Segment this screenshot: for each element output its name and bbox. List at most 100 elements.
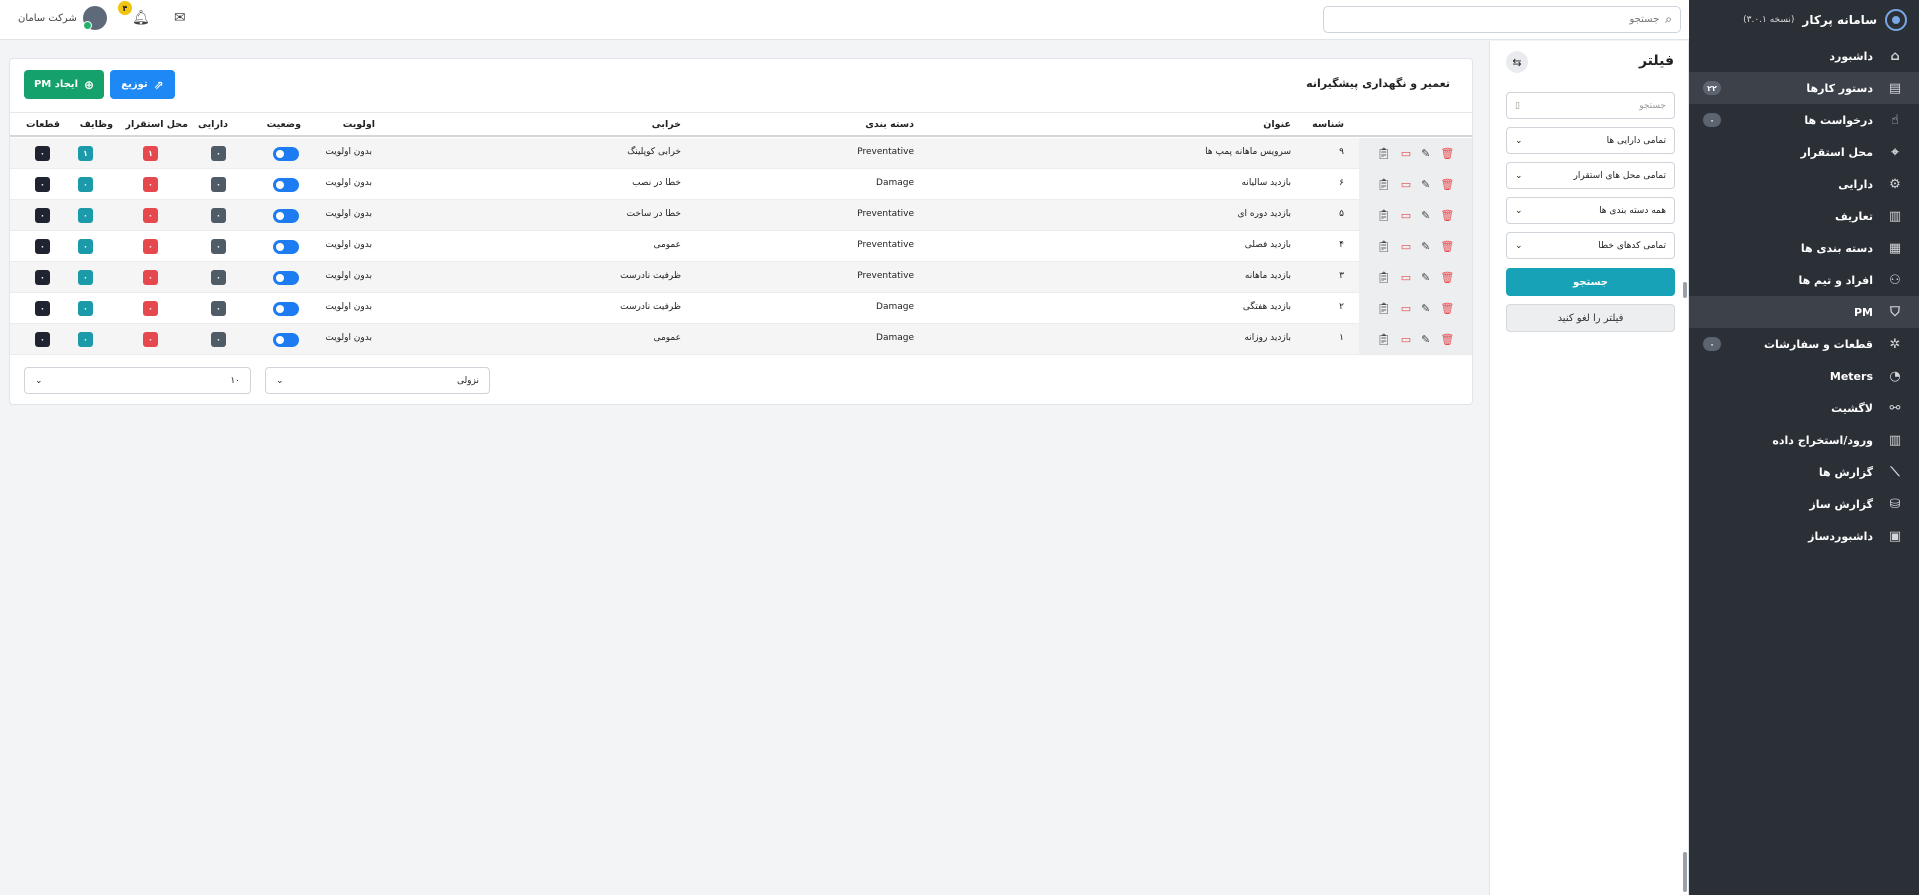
edit-icon[interactable]: ✎ — [1421, 210, 1430, 221]
col-tasks[interactable]: وظایف — [80, 119, 113, 130]
table-row[interactable]: 📋︎ ▭ ✎ 🗑︎ ۵ بازدید دوره ای Preventative خطا در … — [10, 200, 1472, 231]
trash-icon[interactable]: 🗑︎ — [1440, 272, 1454, 283]
col-priority[interactable]: اولویت — [343, 119, 375, 130]
status-toggle[interactable] — [273, 240, 299, 254]
sidebar-item[interactable]: ⛁ گزارش ساز — [1689, 488, 1919, 520]
trash-icon[interactable]: 🗑︎ — [1440, 148, 1454, 159]
sidebar-item[interactable]: ✲ قطعات و سفارشات ۰ — [1689, 328, 1919, 360]
trash-icon[interactable]: 🗑︎ — [1440, 303, 1454, 314]
trash-icon[interactable]: 🗑︎ — [1440, 179, 1454, 190]
clipboard-icon[interactable]: 📋︎ — [1377, 179, 1391, 190]
tasks-count[interactable]: ۰ — [78, 301, 93, 316]
folder-icon[interactable]: ▭ — [1401, 179, 1411, 190]
edit-icon[interactable]: ✎ — [1421, 241, 1430, 252]
clipboard-icon[interactable]: 📋︎ — [1377, 148, 1391, 159]
assets-select[interactable]: تمامی دارایی ها ⌄ — [1506, 127, 1675, 154]
tasks-count[interactable]: ۰ — [78, 177, 93, 192]
col-failure[interactable]: خرابی — [652, 119, 681, 130]
distribute-button[interactable]: ⇗ توزیع — [110, 70, 175, 99]
clipboard-icon[interactable]: 📋︎ — [1377, 272, 1391, 283]
edit-icon[interactable]: ✎ — [1421, 334, 1430, 345]
status-toggle[interactable] — [273, 302, 299, 316]
col-title[interactable]: عنوان — [1263, 119, 1291, 130]
scrollbar[interactable] — [1683, 852, 1687, 892]
status-toggle[interactable] — [273, 209, 299, 223]
asset-count[interactable]: ۰ — [211, 332, 226, 347]
edit-icon[interactable]: ✎ — [1421, 148, 1430, 159]
table-row[interactable]: 📋︎ ▭ ✎ 🗑︎ ۶ بازدید سالیانه Damage خطا در نصب بدو… — [10, 169, 1472, 200]
trash-icon[interactable]: 🗑︎ — [1440, 210, 1454, 221]
table-row[interactable]: 📋︎ ▭ ✎ 🗑︎ ۲ بازدید هفتگی Damage ظرفیت نادرست بدو… — [10, 293, 1472, 324]
tasks-count[interactable]: ۰ — [78, 270, 93, 285]
categories-select[interactable]: همه دسته بندی ها ⌄ — [1506, 197, 1675, 224]
tasks-count[interactable]: ۰ — [78, 208, 93, 223]
table-row[interactable]: 📋︎ ▭ ✎ 🗑︎ ۴ بازدید فصلی Preventative عمومی بدون … — [10, 231, 1472, 262]
location-count[interactable]: ۰ — [143, 208, 158, 223]
user-menu[interactable]: شرکت سامان — [18, 6, 107, 30]
swap-icon[interactable]: ⇆ — [1506, 51, 1528, 73]
col-parts[interactable]: قطعات — [26, 119, 60, 130]
sidebar-item[interactable]: ⌖ محل استقرار — [1689, 136, 1919, 168]
mail-icon[interactable]: ✉ — [174, 10, 186, 26]
parts-count[interactable]: ۰ — [35, 239, 50, 254]
sidebar-item[interactable]: ◔ Meters — [1689, 360, 1919, 392]
edit-icon[interactable]: ✎ — [1421, 272, 1430, 283]
tasks-count[interactable]: ۰ — [78, 239, 93, 254]
global-search-input[interactable] — [1332, 14, 1660, 25]
folder-icon[interactable]: ▭ — [1401, 303, 1411, 314]
locations-select[interactable]: تمامی محل های استقرار ⌄ — [1506, 162, 1675, 189]
status-toggle[interactable] — [273, 178, 299, 192]
col-location[interactable]: محل استقرار — [126, 119, 188, 130]
parts-count[interactable]: ۰ — [35, 301, 50, 316]
sidebar-item[interactable]: ⟋ گزارش ها — [1689, 456, 1919, 488]
tasks-count[interactable]: ۰ — [78, 332, 93, 347]
folder-icon[interactable]: ▭ — [1401, 241, 1411, 252]
tasks-count[interactable]: ۱ — [78, 146, 93, 161]
asset-count[interactable]: ۰ — [211, 239, 226, 254]
global-search[interactable]: ⌕ — [1323, 6, 1681, 33]
sidebar-item[interactable]: ☝ درخواست ها ۰ — [1689, 104, 1919, 136]
col-asset[interactable]: دارایی — [198, 119, 228, 130]
sidebar-item[interactable]: ⌂ داشبورد — [1689, 40, 1919, 72]
sidebar-item[interactable]: ▣ داشبوردساز — [1689, 520, 1919, 552]
sidebar-item[interactable]: ⚇ افراد و تیم ها — [1689, 264, 1919, 296]
filter-search-button[interactable]: جستجو — [1506, 268, 1675, 296]
col-id[interactable]: شناسه — [1312, 119, 1344, 130]
table-row[interactable]: 📋︎ ▭ ✎ 🗑︎ ۹ سرویس ماهانه پمپ ها Preventative خر… — [10, 138, 1472, 169]
error-codes-select[interactable]: تمامی کدهای خطا ⌄ — [1506, 232, 1675, 259]
folder-icon[interactable]: ▭ — [1401, 148, 1411, 159]
location-count[interactable]: ۰ — [143, 332, 158, 347]
trash-icon[interactable]: 🗑︎ — [1440, 241, 1454, 252]
status-toggle[interactable] — [273, 147, 299, 161]
asset-count[interactable]: ۰ — [211, 146, 226, 161]
clipboard-icon[interactable]: 📋︎ — [1377, 210, 1391, 221]
col-category[interactable]: دسته بندی — [865, 119, 914, 130]
sidebar-item[interactable]: ▤ دستور کارها ۲۲ — [1689, 72, 1919, 104]
location-count[interactable]: ۰ — [143, 301, 158, 316]
sidebar-item[interactable]: ⚙ دارایی — [1689, 168, 1919, 200]
clipboard-icon[interactable]: 📋︎ — [1377, 303, 1391, 314]
sidebar-item[interactable]: ⚯ لاگشیت — [1689, 392, 1919, 424]
asset-count[interactable]: ۰ — [211, 177, 226, 192]
asset-count[interactable]: ۰ — [211, 301, 226, 316]
table-row[interactable]: 📋︎ ▭ ✎ 🗑︎ ۱ بازدید روزانه Damage عمومی بدون اولو… — [10, 324, 1472, 355]
sidebar-item[interactable]: ▥ ورود/استخراج داده — [1689, 424, 1919, 456]
bell-icon[interactable]: 🔔︎ — [132, 10, 150, 26]
asset-count[interactable]: ۰ — [211, 270, 226, 285]
status-toggle[interactable] — [273, 333, 299, 347]
sort-select[interactable]: نزولی ⌄ — [265, 367, 490, 394]
parts-count[interactable]: ۰ — [35, 177, 50, 192]
table-row[interactable]: 📋︎ ▭ ✎ 🗑︎ ۳ بازدید ماهانه Preventative ظرفیت نا… — [10, 262, 1472, 293]
col-status[interactable]: وضعیت — [267, 119, 301, 130]
folder-icon[interactable]: ▭ — [1401, 210, 1411, 221]
location-count[interactable]: ۰ — [143, 270, 158, 285]
parts-count[interactable]: ۰ — [35, 332, 50, 347]
edit-icon[interactable]: ✎ — [1421, 303, 1430, 314]
location-count[interactable]: ۰ — [143, 177, 158, 192]
create-pm-button[interactable]: ⊕ ایجاد PM — [24, 70, 104, 99]
location-count[interactable]: ۱ — [143, 146, 158, 161]
trash-icon[interactable]: 🗑︎ — [1440, 334, 1454, 345]
asset-count[interactable]: ۰ — [211, 208, 226, 223]
sidebar-item[interactable]: ▦ دسته بندی ها — [1689, 232, 1919, 264]
folder-icon[interactable]: ▭ — [1401, 272, 1411, 283]
